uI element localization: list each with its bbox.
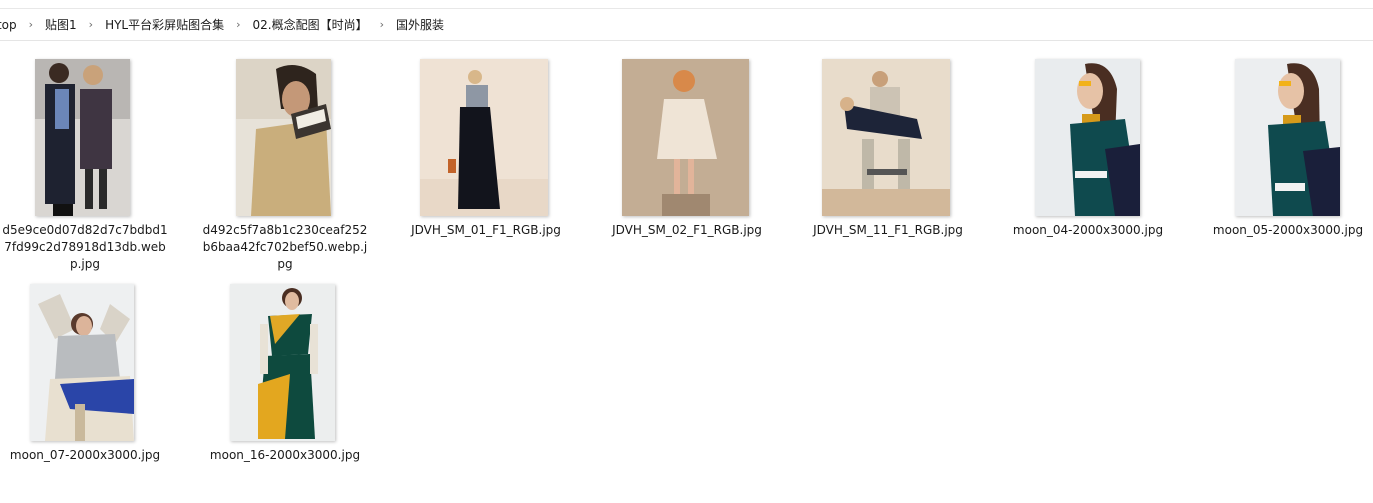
file-name[interactable]: JDVH_SM_02_F1_RGB.jpg (602, 222, 772, 239)
chevron-right-icon[interactable]: › (23, 18, 39, 31)
file-name[interactable]: d492c5f7a8b1c230ceaf252b6baa42fc702bef50… (200, 222, 370, 273)
chevron-right-icon[interactable]: › (374, 18, 390, 31)
file-thumbnail[interactable] (230, 284, 335, 441)
file-item[interactable]: JDVH_SM_11_F1_RGB.jpg (803, 58, 973, 278)
file-name[interactable]: moon_07-2000x3000.jpg (0, 447, 170, 464)
file-name[interactable]: moon_04-2000x3000.jpg (1003, 222, 1173, 239)
breadcrumb[interactable]: ktop › 贴图1 › HYL平台彩屏贴图合集 › 02.概念配图【时尚】 ›… (0, 9, 1373, 41)
file-thumbnail[interactable] (35, 59, 130, 216)
breadcrumb-item-tietu1[interactable]: 贴图1 (39, 16, 83, 33)
chevron-right-icon[interactable]: › (83, 18, 99, 31)
file-item[interactable]: d492c5f7a8b1c230ceaf252b6baa42fc702bef50… (200, 58, 370, 278)
breadcrumb-item-concept[interactable]: 02.概念配图【时尚】 (247, 16, 374, 33)
file-thumbnail[interactable] (822, 59, 950, 216)
chevron-right-icon[interactable]: › (230, 18, 246, 31)
file-thumbnail[interactable] (236, 59, 331, 216)
file-name[interactable]: moon_16-2000x3000.jpg (200, 447, 370, 464)
window-top-strip (0, 0, 1373, 9)
file-name[interactable]: JDVH_SM_01_F1_RGB.jpg (401, 222, 571, 239)
file-name[interactable]: d5e9ce0d07d82d7c7bdbd17fd99c2d78918d13db… (0, 222, 170, 273)
file-thumbnail[interactable] (420, 59, 548, 216)
file-thumbnail[interactable] (30, 284, 134, 441)
breadcrumb-item-current[interactable]: 国外服装 (390, 16, 450, 33)
breadcrumb-item-desktop[interactable]: ktop (0, 18, 23, 32)
file-thumbnail[interactable] (1235, 59, 1340, 216)
file-item[interactable]: moon_16-2000x3000.jpg (200, 283, 370, 503)
file-name[interactable]: JDVH_SM_11_F1_RGB.jpg (803, 222, 973, 239)
file-item[interactable]: JDVH_SM_02_F1_RGB.jpg (602, 58, 772, 278)
breadcrumb-item-hyl[interactable]: HYL平台彩屏贴图合集 (99, 16, 230, 33)
file-thumbnail[interactable] (622, 59, 749, 216)
file-item[interactable]: d5e9ce0d07d82d7c7bdbd17fd99c2d78918d13db… (0, 58, 170, 278)
file-name[interactable]: moon_05-2000x3000.jpg (1203, 222, 1373, 239)
file-thumbnail[interactable] (1035, 59, 1140, 216)
file-item[interactable]: moon_07-2000x3000.jpg (0, 283, 170, 503)
file-item[interactable]: moon_05-2000x3000.jpg (1203, 58, 1373, 278)
file-grid: d5e9ce0d07d82d7c7bdbd17fd99c2d78918d13db… (0, 41, 1373, 493)
file-item[interactable]: JDVH_SM_01_F1_RGB.jpg (401, 58, 571, 278)
file-item[interactable]: moon_04-2000x3000.jpg (1003, 58, 1173, 278)
